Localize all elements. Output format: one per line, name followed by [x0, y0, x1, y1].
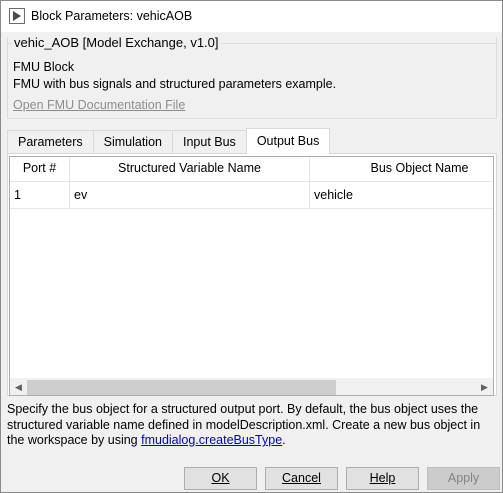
horizontal-scrollbar[interactable]: ◀ ▶	[10, 378, 493, 395]
ok-button-label: OK	[211, 471, 230, 485]
block-description: FMU with bus signals and structured para…	[13, 77, 337, 91]
tab-input-bus[interactable]: Input Bus	[171, 130, 247, 154]
cell-bus-object-name[interactable]: vehicle	[310, 182, 493, 208]
table-row[interactable]: 1 ev vehicle	[10, 182, 493, 209]
tab-parameters[interactable]: Parameters	[7, 130, 94, 154]
output-bus-table: Port # Structured Variable Name Bus Obje…	[9, 156, 494, 396]
help-description: Specify the bus object for a structured …	[7, 402, 499, 449]
title-bar[interactable]: Block Parameters: vehicAOB	[1, 1, 502, 32]
window-title: Block Parameters: vehicAOB	[31, 9, 193, 23]
tab-simulation[interactable]: Simulation	[92, 130, 173, 154]
cell-structured-variable-name: ev	[70, 182, 310, 208]
help-button-label: Help	[369, 471, 396, 485]
column-header-bus-object-name[interactable]: Bus Object Name	[310, 157, 493, 182]
help-text-suffix: .	[282, 433, 286, 447]
scrollbar-thumb[interactable]	[27, 380, 336, 395]
simulink-block-icon	[9, 8, 25, 24]
block-parameters-dialog: Block Parameters: vehicAOB vehic_AOB [Mo…	[0, 0, 503, 493]
table-header: Port # Structured Variable Name Bus Obje…	[10, 157, 493, 182]
column-header-port[interactable]: Port #	[10, 157, 70, 182]
cancel-button-label: Cancel	[282, 471, 321, 485]
ok-button[interactable]: OK	[184, 467, 257, 490]
column-header-structured-variable-name[interactable]: Structured Variable Name	[70, 157, 310, 182]
open-fmu-documentation-link[interactable]: Open FMU Documentation File	[13, 98, 185, 112]
create-bus-type-link[interactable]: fmudialog.createBusType	[141, 433, 282, 447]
cell-port-number: 1	[10, 182, 70, 208]
group-title: vehic_AOB [Model Exchange, v1.0]	[12, 35, 221, 50]
tab-strip: Parameters Simulation Input Bus Output B…	[7, 128, 331, 154]
apply-button-label: Apply	[447, 471, 480, 485]
dialog-button-row: OK Cancel Help Apply	[1, 467, 503, 491]
scroll-right-arrow-icon[interactable]: ▶	[476, 379, 493, 395]
apply-button[interactable]: Apply	[427, 467, 500, 490]
scroll-left-arrow-icon[interactable]: ◀	[10, 379, 27, 395]
help-button[interactable]: Help	[346, 467, 419, 490]
cancel-button[interactable]: Cancel	[265, 467, 338, 490]
block-type-label: FMU Block	[13, 60, 75, 74]
tab-output-bus[interactable]: Output Bus	[245, 128, 331, 154]
